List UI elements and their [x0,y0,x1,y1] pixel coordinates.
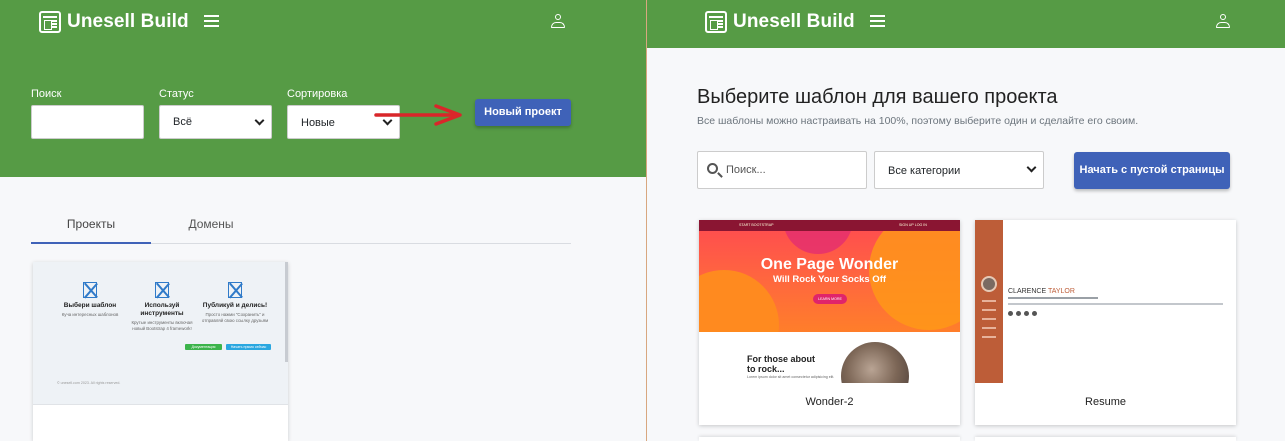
preview-avatar [981,276,997,292]
preview-social-icon [1032,311,1037,316]
preview-section-heading: For those about to rock... [747,354,815,374]
thumb-docs-button: Документация [185,344,222,350]
preview-last-name: TAYLOR [1047,288,1075,295]
new-project-button[interactable]: Новый проект [475,99,571,126]
thumb-column-title: Используй инструменты [140,302,184,317]
project-thumbnail: Выбери шаблон Куча интересных шаблонов И… [33,262,288,405]
brand-name: Unesell Build [67,11,189,32]
tab-projects[interactable]: Проекты [31,212,151,244]
arrow-right-icon [374,104,462,126]
preview-text-line [1008,303,1223,305]
image-placeholder-icon [155,282,169,298]
search-input[interactable] [31,105,144,139]
template-name: Resume [1085,396,1126,408]
thumb-footer: © unesell.com 2023. All rights reserved. [57,381,121,385]
sort-label: Сортировка [287,88,348,100]
preview-section-text: Lorem ipsum dolor sit amet consectetur a… [747,375,835,379]
image-placeholder-icon [83,282,97,298]
preview-nav-brand: START BOOTSTRAP [739,223,774,227]
status-select-value: Всё [173,116,192,128]
chevron-down-icon [1026,162,1037,173]
preview-nav-line [982,300,996,302]
template-card-resume[interactable]: CLARENCE TAYLOR Resume [975,220,1236,425]
preview-cta: LEARN MORE [813,294,847,304]
status-label: Статус [159,88,194,100]
right-pane: Unesell Build Выберите шаблон для вашего… [647,0,1285,441]
user-icon[interactable] [551,14,565,28]
tab-domains[interactable]: Домены [151,212,271,244]
preview-nav: START BOOTSTRAP SIGN UP LOG IN [699,220,960,231]
logo-icon [39,11,61,33]
user-icon[interactable] [1216,14,1230,28]
preview-name: CLARENCE TAYLOR [1008,288,1075,295]
template-name: Wonder-2 [805,396,854,408]
logo-icon [705,11,727,33]
thumb-column-2: Используй инструменты Крутые инструменты… [125,282,199,332]
project-tabs: Проекты Домены [31,212,571,244]
page-subtitle: Все шаблоны можно настраивать на 100%, п… [697,115,1139,127]
preview-social-icon [1024,311,1029,316]
template-search-input[interactable] [726,152,861,188]
chevron-down-icon [254,115,265,126]
preview-nav-links: SIGN UP LOG IN [899,223,927,227]
left-brand[interactable]: Unesell Build [39,11,189,33]
preview-nav-line [982,327,996,329]
menu-icon[interactable] [870,15,885,27]
thumb-scrollbar [285,262,288,362]
sort-select-value: Новые [301,117,335,129]
category-select-value: Все категории [888,165,961,177]
thumb-column-text: Крутые инструменты включая новый Bootstr… [131,320,193,331]
thumb-column-text: Куча интересных шаблонов [61,312,119,317]
image-placeholder-icon [228,282,242,298]
preview-nav-line [982,336,996,338]
right-brand[interactable]: Unesell Build [705,11,855,33]
template-preview: CLARENCE TAYLOR [975,220,1236,383]
left-pane: Unesell Build Поиск Статус Всё Сортировк… [0,0,646,441]
preview-subheading: Will Rock Your Socks Off [772,274,887,285]
category-select[interactable]: Все категории [874,151,1044,189]
thumb-start-button: Начать прямо сейчас [226,344,271,350]
preview-text-line [1008,297,1098,299]
thumb-column-title: Публикуй и делись! [202,302,268,309]
template-card-next[interactable] [699,437,960,441]
brand-name: Unesell Build [733,11,855,32]
preview-hero: START BOOTSTRAP SIGN UP LOG IN One Page … [699,220,960,332]
thumb-column-text: Просто нажми "Сохранить" и отправляй сво… [201,312,269,323]
preview-sidebar [975,220,1003,383]
preview-nav-line [982,318,996,320]
blank-page-button[interactable]: Начать с пустой страницы [1074,152,1230,189]
page-title: Выберите шаблон для вашего проекта [697,86,1058,108]
preview-first-name: CLARENCE [1008,288,1047,295]
preview-social-icon [1008,311,1013,316]
preview-heading: One Page Wonder [760,256,899,273]
search-label: Поиск [31,88,62,100]
thumb-column-3: Публикуй и делись! Просто нажми "Сохрани… [198,282,272,324]
preview-nav-line [982,309,996,311]
right-topbar: Unesell Build [647,0,1285,48]
thumb-column-1: Выбери шаблон Куча интересных шаблонов [53,282,127,318]
preview-social-icon [1016,311,1021,316]
template-preview: START BOOTSTRAP SIGN UP LOG IN One Page … [699,220,960,383]
template-search[interactable] [697,151,867,189]
thumb-column-title: Выбери шаблон [63,302,117,309]
menu-icon[interactable] [204,15,219,27]
template-card-wonder[interactable]: START BOOTSTRAP SIGN UP LOG IN One Page … [699,220,960,425]
project-card[interactable]: Выбери шаблон Куча интересных шаблонов И… [33,262,288,441]
preview-section: For those about to rock... Lorem ipsum d… [699,332,960,383]
search-icon [707,163,718,174]
template-card-next[interactable] [975,437,1236,441]
status-select[interactable]: Всё [159,105,272,139]
left-topbar: Unesell Build [0,0,646,48]
